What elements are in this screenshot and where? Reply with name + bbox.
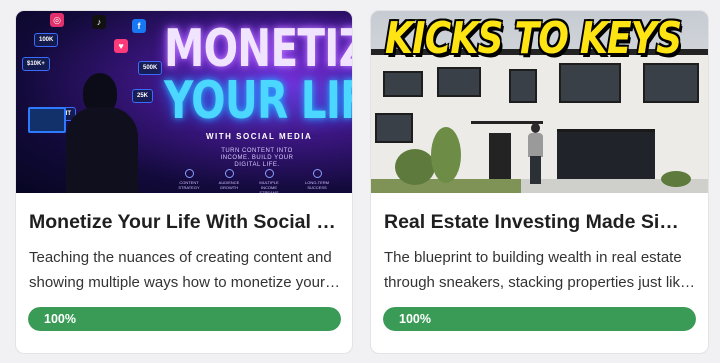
thumbnail-headline-2: YOUR LIFE	[164, 71, 352, 131]
facebook-icon: f	[132, 19, 146, 33]
stat-badge: 100K	[34, 33, 59, 47]
thumbnail-subline: TURN CONTENT INTO INCOME. BUILD YOUR DIG…	[220, 148, 294, 168]
thumbnail-tagline: WITH SOCIAL MEDIA	[206, 132, 313, 141]
feature-long-term-success: LONG-TERM SUCCESS	[300, 169, 334, 190]
tree	[395, 149, 435, 185]
shrub	[661, 171, 691, 187]
window	[383, 71, 423, 97]
feature-content-strategy: CONTENT STRATEGY	[172, 169, 206, 190]
course-title[interactable]: Real Estate Investing Made Simple	[384, 211, 696, 234]
feature-audience-growth: AUDIENCE GROWTH	[212, 169, 246, 190]
garage-door	[557, 129, 655, 181]
feature-income-streams: MULTIPLE INCOME STREAMS	[252, 169, 286, 193]
heart-icon: ♥	[114, 39, 128, 53]
window	[375, 113, 413, 143]
laptop-screen	[28, 107, 66, 133]
thumbnail-headline: KICKS TO KEYS	[385, 13, 682, 64]
course-card-real-estate[interactable]: KICKS TO KEYS Real Estate Investing Made…	[370, 10, 709, 354]
course-thumbnail[interactable]: ◎ ♪ f ♥ 100K $10K+ 25K 500K PROFIT MONET…	[16, 11, 352, 193]
progress-label: 100%	[399, 312, 431, 326]
course-description: The blueprint to building wealth in real…	[384, 249, 689, 291]
progress-label: 100%	[44, 312, 76, 326]
course-title[interactable]: Monetize Your Life With Social Media	[29, 211, 341, 234]
window	[509, 69, 537, 103]
course-description: Teaching the nuances of creating content…	[29, 249, 332, 291]
stat-badge: 500K	[138, 61, 163, 75]
course-thumbnail[interactable]: KICKS TO KEYS	[371, 11, 708, 193]
instagram-icon: ◎	[50, 13, 64, 27]
creator-silhouette	[66, 73, 138, 193]
window	[559, 63, 621, 103]
tiktok-icon: ♪	[92, 15, 106, 29]
front-door	[489, 133, 511, 179]
progress-bar: 100%	[383, 307, 696, 331]
course-card-monetize[interactable]: ◎ ♪ f ♥ 100K $10K+ 25K 500K PROFIT MONET…	[15, 10, 353, 354]
window	[643, 63, 699, 103]
window	[437, 67, 481, 97]
stat-badge: $10K+	[22, 57, 50, 71]
person-figure	[527, 123, 543, 185]
progress-bar: 100%	[28, 307, 341, 331]
tree	[431, 127, 461, 183]
thumbnail-headline-1: MONETIZE	[164, 19, 352, 79]
